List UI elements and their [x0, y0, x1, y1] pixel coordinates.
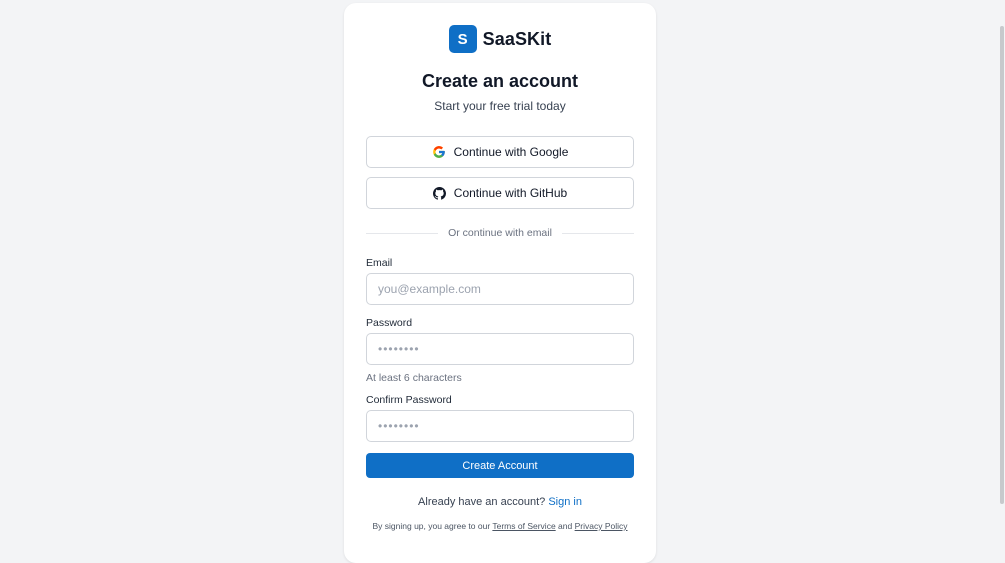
- terms-of-service-link[interactable]: Terms of Service: [492, 521, 555, 531]
- brand: S SaaSKit: [344, 25, 656, 53]
- divider-line-left: [366, 232, 439, 234]
- password-field[interactable]: [367, 334, 633, 364]
- github-signin-button[interactable]: Continue with GitHub: [366, 177, 634, 209]
- github-button-label: Continue with GitHub: [453, 186, 568, 200]
- confirm-password-field[interactable]: [367, 411, 633, 441]
- confirm-password-field-wrapper: [366, 410, 634, 442]
- signin-link[interactable]: Sign in: [548, 496, 582, 508]
- divider-text: Or continue with email: [448, 227, 552, 239]
- confirm-password-label: Confirm Password: [366, 394, 452, 406]
- page-scrollbar[interactable]: [999, 0, 1005, 543]
- page-subtitle: Start your free trial today: [434, 99, 566, 113]
- password-field-wrapper: [366, 333, 634, 365]
- password-label: Password: [366, 317, 413, 329]
- signup-card: S SaaSKit Create an account Start your f…: [344, 3, 656, 563]
- brand-logo: S: [448, 25, 477, 53]
- legal-notice: By signing up, you agree to our Terms of…: [344, 521, 656, 531]
- privacy-policy-link[interactable]: Privacy Policy: [575, 521, 628, 531]
- password-hint: At least 6 characters: [366, 372, 462, 384]
- signin-prompt-row: Already have an account? Sign in: [344, 496, 656, 508]
- legal-and: and: [558, 521, 573, 531]
- legal-prefix: By signing up, you agree to our: [372, 521, 491, 531]
- page-title: Create an account: [421, 71, 579, 91]
- email-label: Email: [366, 257, 393, 269]
- google-button-label: Continue with Google: [453, 145, 569, 159]
- or-divider: Or continue with email: [366, 226, 635, 240]
- email-field[interactable]: [367, 274, 633, 304]
- scrollbar-thumb[interactable]: [1000, 26, 1004, 504]
- divider-line-right: [561, 232, 635, 234]
- brand-name: SaaSKit: [482, 28, 552, 49]
- google-signin-button[interactable]: Continue with Google: [366, 136, 634, 168]
- email-field-wrapper: [366, 273, 634, 305]
- create-account-button[interactable]: Create Account: [366, 453, 634, 478]
- github-icon: [432, 186, 446, 200]
- signin-prompt-text: Already have an account?: [418, 496, 546, 508]
- google-icon: [432, 145, 446, 159]
